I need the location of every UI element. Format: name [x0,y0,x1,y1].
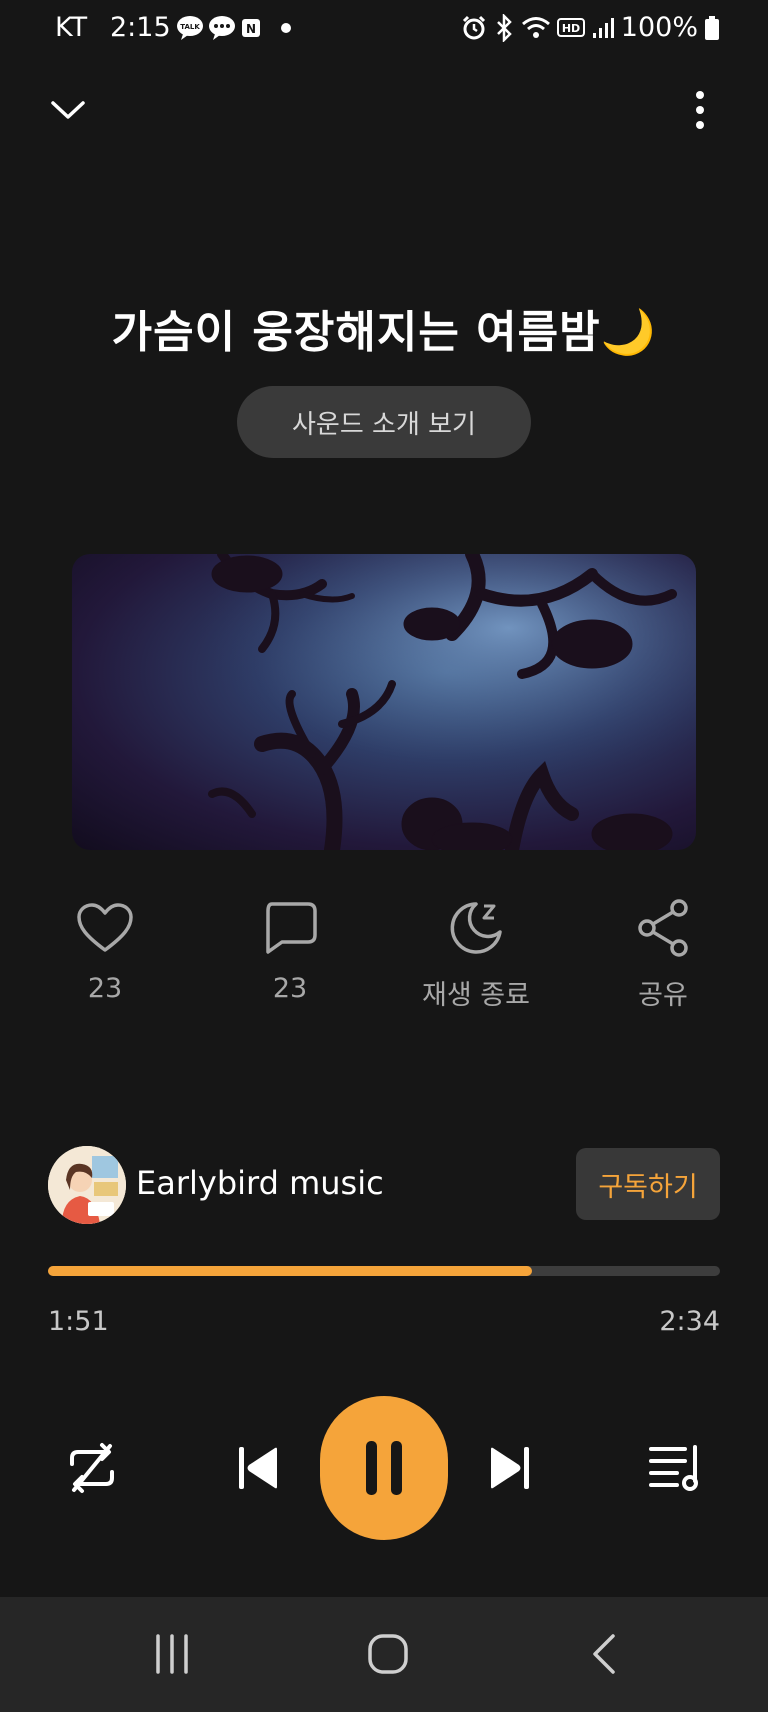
svg-text:TALK: TALK [180,23,200,31]
like-count: 23 [87,973,123,1004]
album-artwork [72,554,696,850]
more-vertical-icon [696,91,704,129]
channel-name[interactable]: Earlybird music [136,1164,384,1202]
playlist-icon [649,1445,698,1491]
recent-apps-icon [156,1634,188,1674]
heart-icon [77,903,133,952]
svg-text:N: N [246,22,256,36]
battery-icon [705,15,719,40]
comment-icon [266,902,317,954]
naver-icon: N [242,19,260,37]
hd-icon: HD [556,17,585,37]
more-options-button[interactable] [676,86,724,134]
recent-apps-button[interactable] [124,1622,220,1686]
seek-bar-progress [48,1266,532,1276]
current-time: 1:51 [48,1306,109,1337]
seek-bar[interactable] [48,1266,720,1276]
repeat-icon [70,1443,114,1493]
subscribe-button[interactable]: 구독하기 [576,1148,720,1220]
home-icon [368,1634,408,1674]
back-button[interactable] [556,1622,652,1686]
artwork-tree-silhouettes [72,554,696,850]
avatar-illustration [48,1146,126,1224]
carrier-label: KT [55,12,88,43]
chevron-down-icon [51,101,85,119]
like-button[interactable] [25,893,185,963]
pause-button[interactable] [320,1396,448,1540]
sleep-timer-label: 재생 종료 [422,980,530,1011]
share-icon [638,899,688,957]
sleep-timer-button[interactable] [396,893,556,963]
sleep-timer-action: 재생 종료 [396,893,556,1012]
sound-intro-button[interactable]: 사운드 소개 보기 [237,386,531,458]
comment-count: 23 [272,973,308,1004]
svg-text:HD: HD [562,22,580,35]
clock-time: 2:15 [110,12,171,43]
like-action: 23 [25,893,185,1004]
battery-percent: 100% [620,12,698,43]
home-button[interactable] [340,1622,436,1686]
previous-icon [239,1447,277,1489]
collapse-button[interactable] [44,86,92,134]
notification-icons: TALK N [176,14,296,42]
comment-button[interactable] [210,893,370,963]
next-icon [491,1447,529,1489]
share-action: 공유 [583,893,743,1012]
talk-icon: TALK [177,16,203,40]
track-title: 가슴이 웅장해지는 여름밤🌙 [111,307,657,358]
playlist-button[interactable] [640,1436,712,1500]
next-button[interactable] [474,1436,546,1500]
dot-icon [281,23,291,33]
signal-icon [592,17,614,38]
bluetooth-icon [496,13,512,42]
sleep-timer-icon [450,902,502,954]
pause-icon [366,1441,402,1495]
previous-button[interactable] [222,1436,294,1500]
back-icon [593,1634,615,1674]
message-icon [209,16,235,40]
share-button[interactable] [583,893,743,963]
alarm-icon [462,15,485,39]
repeat-button[interactable] [56,1436,128,1500]
total-time: 2:34 [659,1306,720,1337]
channel-avatar[interactable] [48,1146,126,1224]
share-label: 공유 [638,980,688,1011]
status-bar: KT 2:15 TALK N HD 100% [0,0,768,56]
wifi-icon [521,16,550,38]
status-icons: HD 100% [461,12,720,43]
comment-action: 23 [210,893,370,1004]
